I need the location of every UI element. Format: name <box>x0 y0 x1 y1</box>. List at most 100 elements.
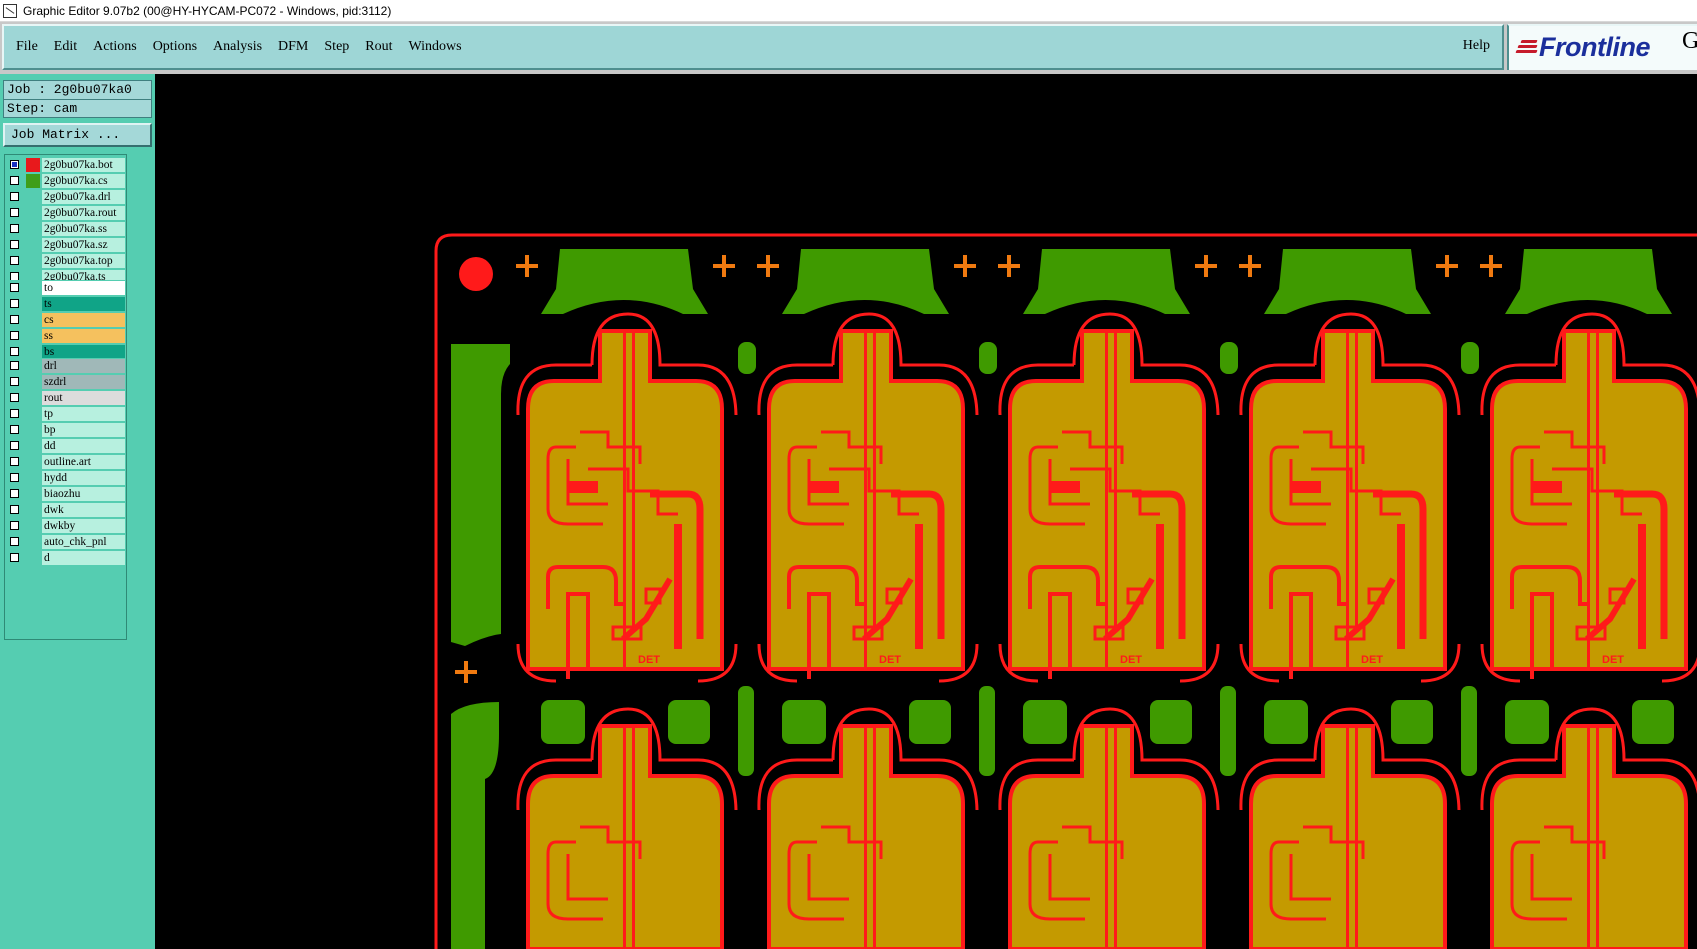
layer-checkbox[interactable] <box>10 208 19 217</box>
layer-row[interactable]: outline.art <box>6 454 126 470</box>
layer-list: 2g0bu07ka.bot 2g0bu07ka.cs 2g0bu07ka.drl 2g… <box>4 154 127 640</box>
layer-row[interactable]: dd <box>6 438 126 454</box>
layer-checkbox[interactable] <box>10 457 19 466</box>
layer-row[interactable]: dwk <box>6 502 126 518</box>
menu-options[interactable]: Options <box>153 39 197 55</box>
layer-row[interactable]: tp <box>6 406 126 422</box>
pcb-unit: DET <box>998 312 1220 683</box>
layer-checkbox[interactable] <box>10 553 19 562</box>
layer-checkbox[interactable] <box>10 315 19 324</box>
mask-pad <box>1150 700 1192 744</box>
layer-checkbox[interactable] <box>10 299 19 308</box>
menu-actions[interactable]: Actions <box>93 39 137 55</box>
crosshair-mark <box>954 255 976 277</box>
layer-name: drl <box>42 359 125 373</box>
mask-pad <box>1023 700 1067 744</box>
layer-name: 2g0bu07ka.ss <box>42 222 125 236</box>
layer-name: 2g0bu07ka.rout <box>42 206 125 220</box>
layer-checkbox[interactable] <box>10 393 19 402</box>
unit-label: DET <box>1361 654 1383 666</box>
layer-row[interactable]: szdrl <box>6 374 126 390</box>
layer-row[interactable]: auto_chk_pnl <box>6 534 126 550</box>
mask-pad <box>668 700 710 744</box>
pcb-unit <box>1239 707 1461 949</box>
layer-row[interactable]: hydd <box>6 470 126 486</box>
layer-name: outline.art <box>42 455 125 469</box>
layer-row[interactable]: 2g0bu07ka.drl <box>6 189 126 205</box>
layer-row[interactable]: dwkby <box>6 518 126 534</box>
layer-checkbox[interactable] <box>10 361 19 370</box>
menu-help[interactable]: Help <box>1463 38 1490 54</box>
job-matrix-button[interactable]: Job Matrix ... <box>3 123 152 147</box>
layer-checkbox[interactable] <box>10 347 19 356</box>
crosshair-mark <box>1195 255 1217 277</box>
layer-row[interactable]: 2g0bu07ka.rout <box>6 205 126 221</box>
layer-name: 2g0bu07ka.cs <box>42 174 125 188</box>
menu-step[interactable]: Step <box>324 39 349 55</box>
layer-checkbox[interactable] <box>10 537 19 546</box>
menu-file[interactable]: File <box>16 39 38 55</box>
layer-row[interactable]: 2g0bu07ka.top <box>6 253 126 269</box>
layer-row[interactable]: cs <box>6 312 126 328</box>
layer-row[interactable]: 2g0bu07ka.bot <box>6 157 126 173</box>
mask-pad <box>1391 700 1433 744</box>
layer-row[interactable]: drl <box>6 358 126 374</box>
mask-slot <box>738 342 756 374</box>
layer-checkbox[interactable] <box>10 240 19 249</box>
layer-checkbox[interactable] <box>10 377 19 386</box>
layer-group: tp bp dd outline.art hydd biaozhu dwk dwkby auto… <box>6 406 126 566</box>
unit-label: DET <box>1602 654 1624 666</box>
layer-name: ss <box>42 329 125 343</box>
layer-checkbox[interactable] <box>10 425 19 434</box>
layer-row[interactable]: rout <box>6 390 126 406</box>
menu-windows[interactable]: Windows <box>409 39 462 55</box>
crosshair-mark <box>1436 255 1458 277</box>
layer-row[interactable]: bp <box>6 422 126 438</box>
layer-row[interactable]: ss <box>6 328 126 344</box>
layer-row[interactable]: ts <box>6 296 126 312</box>
menu-rout[interactable]: Rout <box>365 39 392 55</box>
layer-checkbox[interactable] <box>10 224 19 233</box>
layer-checkbox[interactable] <box>10 160 19 169</box>
mask-pad <box>1264 700 1308 744</box>
layer-name: auto_chk_pnl <box>42 535 125 549</box>
menu-analysis[interactable]: Analysis <box>213 39 262 55</box>
mask-slot <box>1220 686 1236 776</box>
pcb-unit: DET <box>1239 312 1461 683</box>
crosshair-mark <box>1239 255 1261 277</box>
layer-row[interactable]: 2g0bu07ka.cs <box>6 173 126 189</box>
layer-row[interactable]: 2g0bu07ka.ss <box>6 221 126 237</box>
unit-label: DET <box>638 654 660 666</box>
layer-name: cs <box>42 313 125 327</box>
layer-checkbox[interactable] <box>10 505 19 514</box>
layer-name: 2g0bu07ka.bot <box>42 158 125 172</box>
layer-checkbox[interactable] <box>10 331 19 340</box>
layer-checkbox[interactable] <box>10 489 19 498</box>
pcb-panel-view[interactable]: DETDETDETDETDETDET <box>155 74 1697 949</box>
menu-bar: File Edit Actions Options Analysis DFM S… <box>2 24 1504 70</box>
mask-pad <box>1505 700 1549 744</box>
layer-row[interactable]: 2g0bu07ka.sz <box>6 237 126 253</box>
layer-row[interactable]: d <box>6 550 126 566</box>
layer-checkbox[interactable] <box>10 283 19 292</box>
layer-checkbox[interactable] <box>10 409 19 418</box>
menu-dfm[interactable]: DFM <box>278 39 308 55</box>
layer-row[interactable]: to <box>6 280 126 296</box>
graphics-canvas[interactable]: DETDETDETDETDETDET <box>155 74 1697 949</box>
layer-checkbox[interactable] <box>10 192 19 201</box>
layer-row[interactable]: biaozhu <box>6 486 126 502</box>
layer-name: dwk <box>42 503 125 517</box>
layer-checkbox[interactable] <box>10 441 19 450</box>
mask-slot <box>979 342 997 374</box>
pcb-unit: DET <box>516 312 738 683</box>
layer-group: 2g0bu07ka.bot 2g0bu07ka.cs 2g0bu07ka.drl 2g… <box>6 157 126 285</box>
mask-left-bar <box>451 702 499 949</box>
menu-edit[interactable]: Edit <box>54 39 77 55</box>
unit-label: DET <box>1120 654 1142 666</box>
layer-checkbox[interactable] <box>10 176 19 185</box>
layer-checkbox[interactable] <box>10 256 19 265</box>
layer-checkbox[interactable] <box>10 473 19 482</box>
mask-slot <box>1461 686 1477 776</box>
pcb-unit: DET <box>1480 312 1697 683</box>
layer-checkbox[interactable] <box>10 521 19 530</box>
